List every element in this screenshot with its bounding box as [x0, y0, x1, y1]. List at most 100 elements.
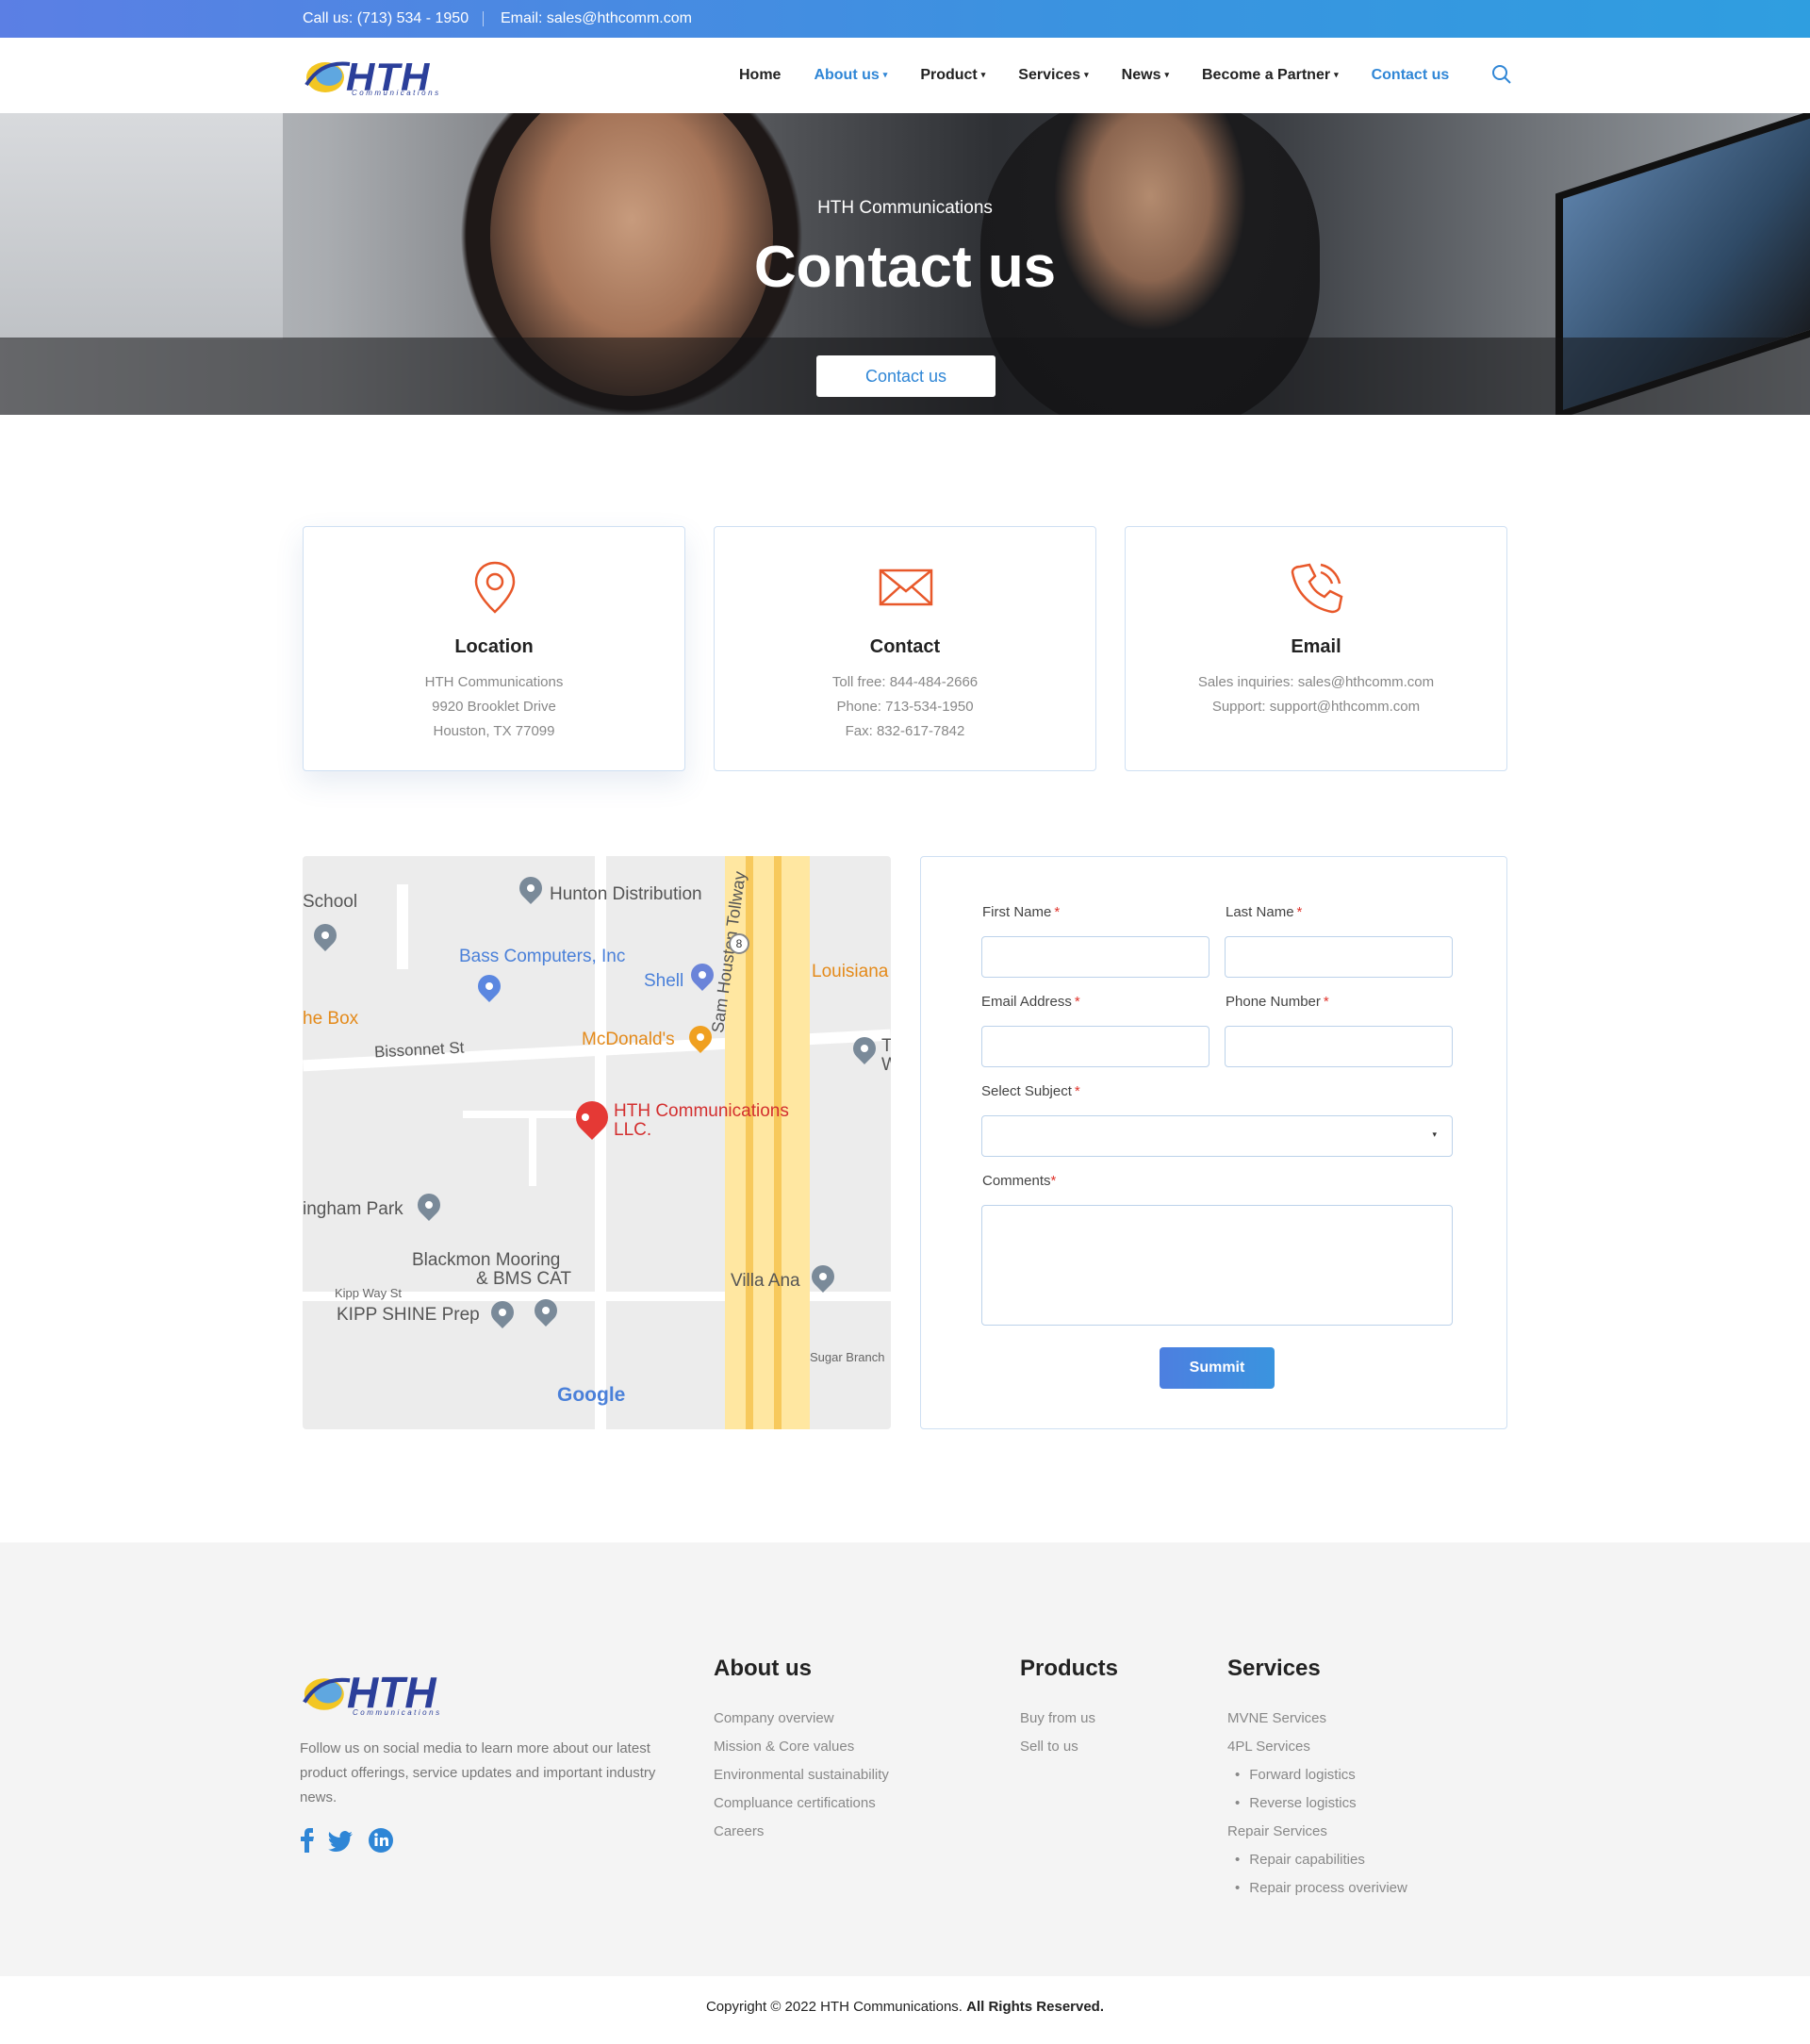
card-line: 9920 Brooklet Drive [432, 699, 556, 715]
map-label: Shell [644, 971, 684, 991]
nav-label: News [1121, 67, 1161, 83]
map-label: Kipp Way St [335, 1286, 403, 1300]
footer-link[interactable]: Company overview [714, 1710, 834, 1726]
footer-about-title: About us [714, 1656, 812, 1681]
comments-textarea[interactable] [981, 1205, 1453, 1326]
footer-link[interactable]: MVNE Services [1227, 1710, 1326, 1726]
twitter-icon[interactable] [328, 1830, 353, 1853]
card-line: Houston, TX 77099 [433, 723, 555, 739]
last-name-label: Last Name * [1226, 904, 1302, 920]
nav-contact[interactable]: Contact us [1372, 67, 1450, 84]
logo-subtext: Communications [353, 1708, 442, 1717]
nav-product[interactable]: Product ▾ [920, 67, 985, 84]
map-pin-icon [807, 1261, 839, 1293]
phone-icon [1291, 563, 1343, 614]
footer-logo[interactable]: HTH Communications [300, 1665, 465, 1718]
site-footer: HTH Communications Follow us on social m… [0, 1542, 1810, 1976]
copyright: Copyright © 2022 HTH Communications. All… [0, 1999, 1810, 2015]
route-8-shield: 8 [729, 933, 749, 954]
hth-location-pin-icon[interactable] [568, 1094, 616, 1141]
map-highway-lane [774, 856, 782, 1429]
label-text: Select Subject [981, 1083, 1072, 1099]
subject-select[interactable]: ▾ [981, 1115, 1453, 1157]
caret-down-icon: ▾ [882, 70, 888, 80]
required-mark: * [1323, 994, 1329, 1010]
footer-link[interactable]: Buy from us [1020, 1710, 1095, 1726]
top-contact-bar: Call us: (713) 534 - 1950 Email: sales@h… [0, 0, 1810, 38]
caret-down-icon: ▾ [1164, 70, 1169, 80]
footer-link[interactable]: Mission & Core values [714, 1739, 854, 1755]
email-label: Email Address * [981, 994, 1080, 1010]
map-label: McDonald's [582, 1030, 675, 1049]
map-label: HTH Communications [614, 1101, 789, 1121]
map-label: Hunton Distribution [550, 884, 702, 904]
email-input[interactable] [981, 1026, 1209, 1067]
nav-home[interactable]: Home [739, 67, 781, 84]
map-label: & BMS CAT [476, 1269, 571, 1289]
comments-label: Comments* [982, 1173, 1056, 1189]
nav-label: Product [920, 67, 978, 83]
footer-sublink[interactable]: Reverse logistics [1235, 1795, 1356, 1811]
footer-sublink[interactable]: Forward logistics [1235, 1767, 1356, 1783]
map-pin-icon [413, 1189, 445, 1221]
footer-description: Follow us on social media to learn more … [300, 1740, 656, 1805]
footer-link[interactable]: Careers [714, 1823, 764, 1839]
first-name-label: First Name * [982, 904, 1060, 920]
required-mark: * [1074, 994, 1080, 1010]
map-pin-icon [473, 970, 505, 1002]
hero-title: Contact us [753, 235, 1057, 300]
footer-products-title: Products [1020, 1656, 1119, 1681]
embedded-map[interactable]: School Hunton Distribution Bass Computer… [303, 856, 891, 1429]
footer-sublink[interactable]: Repair capabilities [1235, 1852, 1365, 1868]
card-title: Contact [869, 636, 941, 657]
google-logo: Google [557, 1384, 626, 1406]
caret-down-icon: ▾ [1084, 70, 1089, 80]
nav-about[interactable]: About us ▾ [814, 67, 887, 84]
linkedin-icon[interactable] [368, 1827, 394, 1854]
label-text: Email Address [981, 994, 1072, 1010]
site-logo[interactable]: HTH Communications [303, 51, 453, 100]
nav-partner[interactable]: Become a Partner ▾ [1202, 67, 1339, 84]
caret-down-icon: ▾ [1334, 70, 1339, 80]
copyright-prefix: Copyright © 2022 HTH Communications. [705, 1999, 963, 2015]
required-mark: * [1296, 904, 1303, 920]
topbar-phone[interactable]: Call us: (713) 534 - 1950 [303, 10, 469, 27]
footer-sublink[interactable]: Repair process overiview [1235, 1880, 1407, 1896]
footer-link[interactable]: Repair Services [1227, 1823, 1327, 1839]
map-label: School [303, 892, 358, 912]
facebook-icon[interactable] [300, 1828, 315, 1853]
nav-label: Contact us [1371, 67, 1450, 83]
caret-down-icon: ▾ [980, 70, 986, 80]
map-road [397, 884, 408, 969]
topbar-divider [483, 11, 484, 26]
nav-services[interactable]: Services ▾ [1018, 67, 1088, 84]
required-mark: * [1074, 1083, 1080, 1099]
label-text: Phone Number [1226, 994, 1321, 1010]
footer-link[interactable]: Environmental sustainability [714, 1767, 889, 1783]
card-title: Email [1291, 636, 1341, 657]
hero-subtitle: HTH Communications [817, 198, 993, 218]
topbar-email[interactable]: Email: sales@hthcomm.com [501, 10, 692, 27]
footer-services-title: Services [1227, 1656, 1321, 1681]
nav-news[interactable]: News ▾ [1122, 67, 1169, 84]
first-name-input[interactable] [981, 936, 1209, 978]
card-title: Location [454, 636, 534, 657]
footer-link[interactable]: 4PL Services [1227, 1739, 1310, 1755]
label-text: Comments [982, 1173, 1051, 1189]
phone-input[interactable] [1225, 1026, 1453, 1067]
hero-contact-button[interactable]: Contact us [816, 355, 996, 397]
submit-button[interactable]: Summit [1160, 1347, 1275, 1389]
map-label: KIPP SHINE Prep [337, 1305, 480, 1325]
hero-bg-wall [0, 113, 283, 339]
search-icon[interactable] [1491, 64, 1512, 85]
map-label: Bass Computers, Inc [459, 947, 626, 966]
footer-link[interactable]: Compluance certifications [714, 1795, 876, 1811]
chevron-down-icon: ▾ [1432, 1129, 1437, 1139]
logo-subtext: Communications [352, 89, 441, 97]
last-name-input[interactable] [1225, 936, 1453, 978]
card-line: Support: support@hthcomm.com [1211, 699, 1421, 715]
footer-link[interactable]: Sell to us [1020, 1739, 1078, 1755]
card-line: Toll free: 844-484-2666 [831, 674, 979, 690]
nav-label: Become a Partner [1202, 67, 1331, 83]
map-pin-icon [486, 1296, 518, 1328]
